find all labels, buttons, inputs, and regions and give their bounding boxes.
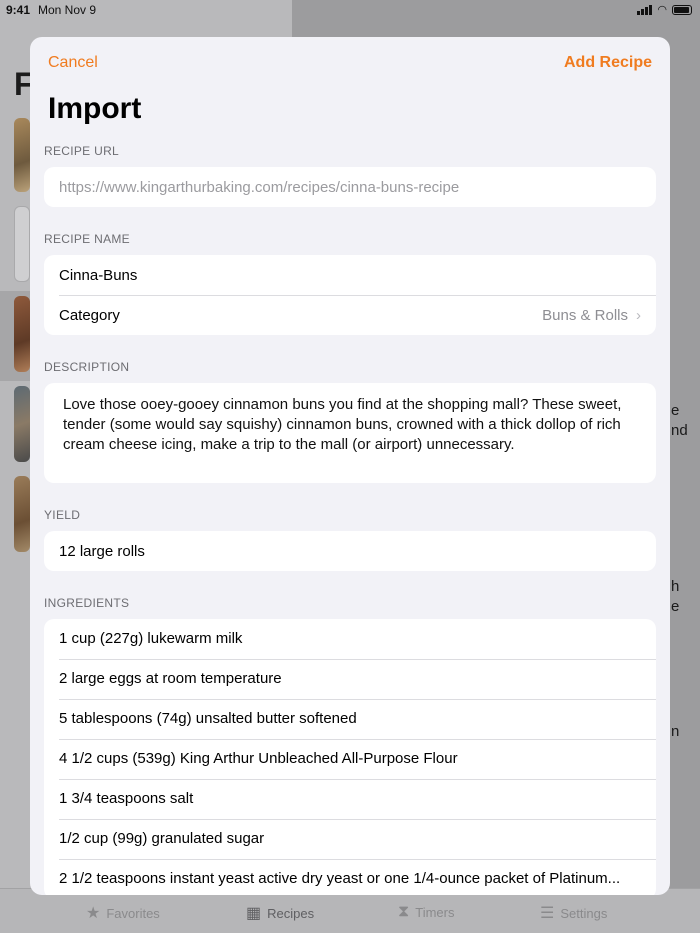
star-icon: ★ — [86, 905, 101, 922]
category-value: Buns & Rolls — [542, 306, 628, 324]
description-textarea[interactable]: Love those ooey-gooey cinnamon buns you … — [44, 383, 656, 483]
ingredient-row[interactable]: 5 tablespoons (74g) unsalted butter soft… — [44, 699, 656, 739]
ingredient-row[interactable]: 1 cup (227g) lukewarm milk — [44, 619, 656, 659]
recipe-name-header: RECIPE NAME — [44, 232, 130, 246]
recipe-url-input[interactable] — [59, 178, 641, 196]
background-recipe-thumbnail — [14, 386, 30, 462]
yield-value: 12 large rolls — [59, 542, 145, 560]
yield-group: 12 large rolls — [44, 531, 656, 571]
recipe-url-row — [44, 167, 656, 207]
tab-favorites[interactable]: ★ Favorites — [86, 903, 160, 923]
background-recipe-thumbnail — [14, 118, 30, 192]
recipe-url-group — [44, 167, 656, 207]
sliders-icon: ☰ — [540, 905, 555, 922]
add-recipe-button[interactable]: Add Recipe — [564, 54, 652, 72]
status-bar: 9:41 Mon Nov 9 ◠ — [0, 0, 700, 20]
category-label: Category — [59, 306, 120, 324]
tab-label: Settings — [560, 905, 608, 921]
yield-header: YIELD — [44, 508, 81, 522]
cellular-signal-icon — [637, 4, 653, 15]
ingredient-row[interactable]: 2 1/2 teaspoons instant yeast active dry… — [44, 859, 656, 895]
grid-icon: ▦ — [246, 905, 262, 922]
background-recipe-thumbnail — [14, 476, 30, 552]
ingredient-row[interactable]: 2 large eggs at room temperature — [44, 659, 656, 699]
recipe-name-value: Cinna-Buns — [59, 266, 138, 284]
category-row[interactable]: Category Buns & Rolls › — [44, 295, 656, 335]
wifi-icon: ◠ — [657, 4, 667, 16]
yield-field[interactable]: 12 large rolls — [44, 531, 656, 571]
ingredient-row[interactable]: 1/2 cup (99g) granulated sugar — [44, 819, 656, 859]
tab-label: Recipes — [267, 905, 315, 921]
tab-label: Timers — [415, 904, 455, 920]
status-icons: ◠ — [637, 3, 692, 16]
tab-settings[interactable]: ☰ Settings — [540, 903, 607, 923]
recipe-name-group: Cinna-Buns Category Buns & Rolls › — [44, 255, 656, 335]
battery-icon — [672, 4, 692, 15]
tab-label: Favorites — [106, 905, 160, 921]
page-title: Import — [48, 92, 142, 125]
status-date: Mon Nov 9 — [38, 3, 97, 17]
background-text-fragment: h — [671, 578, 680, 595]
description-header: DESCRIPTION — [44, 360, 130, 374]
background-recipe-thumbnail — [14, 206, 30, 282]
tab-recipes[interactable]: ▦ Recipes — [246, 903, 314, 923]
recipe-name-field[interactable]: Cinna-Buns — [44, 255, 656, 295]
background-text-fragment: e — [671, 402, 680, 419]
cancel-button[interactable]: Cancel — [48, 54, 98, 72]
status-time: 9:41 — [6, 3, 31, 17]
ingredient-row[interactable]: 4 1/2 cups (539g) King Arthur Unbleached… — [44, 739, 656, 779]
ingredient-row[interactable]: 1 3/4 teaspoons salt — [44, 779, 656, 819]
background-text-fragment: n — [671, 723, 680, 740]
recipe-url-header: RECIPE URL — [44, 144, 120, 158]
tab-timers[interactable]: ⧗ Timers — [398, 903, 454, 921]
background-text-fragment: nd — [671, 422, 688, 439]
ingredients-group: 1 cup (227g) lukewarm milk 2 large eggs … — [44, 619, 656, 895]
background-text-fragment: e — [671, 598, 680, 615]
background-recipe-thumbnail — [14, 296, 30, 372]
description-group: Love those ooey-gooey cinnamon buns you … — [44, 383, 656, 483]
chevron-right-icon: › — [636, 306, 641, 324]
ingredients-header: INGREDIENTS — [44, 596, 130, 610]
hourglass-icon: ⧗ — [398, 903, 410, 920]
import-sheet: Cancel Add Recipe Import RECIPE URL RECI… — [30, 37, 670, 895]
